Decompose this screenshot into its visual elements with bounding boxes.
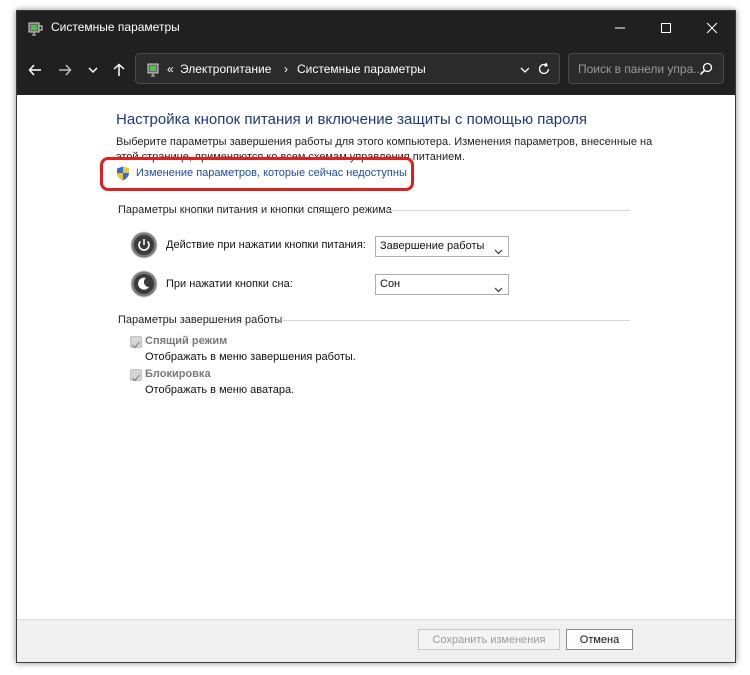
save-changes-button[interactable]: Сохранить изменения [418, 629, 560, 650]
lock-checkbox-description: Отображать в меню аватара. [145, 384, 295, 396]
power-options-icon [27, 20, 43, 36]
chevron-down-icon [494, 243, 503, 255]
sleep-button-action-value: Сон [380, 278, 401, 290]
search-icon[interactable] [699, 62, 713, 76]
section-divider [283, 320, 630, 321]
search-input[interactable]: Поиск в панели упра... [568, 53, 724, 84]
sleep-checkbox-label: Спящий режим [145, 335, 228, 347]
maximize-icon [661, 23, 671, 33]
breadcrumb-separator[interactable]: › [284, 62, 288, 76]
maximize-button[interactable] [643, 11, 689, 45]
checkmark-icon [132, 341, 141, 349]
section-divider [387, 210, 630, 211]
window-title: Системные параметры [51, 20, 180, 34]
sleep-button-icon [130, 270, 158, 298]
search-placeholder: Поиск в панели упра... [578, 62, 704, 76]
sleep-checkbox-description: Отображать в меню завершения работы. [145, 351, 356, 363]
power-section-title: Параметры кнопки питания и кнопки спящег… [118, 204, 392, 216]
breadcrumb-system-settings[interactable]: Системные параметры [297, 62, 426, 76]
address-bar[interactable]: « Электропитание › Системные параметры [135, 53, 559, 84]
navigation-bar: « Электропитание › Системные параметры П… [17, 45, 735, 95]
cancel-button[interactable]: Отмена [566, 629, 633, 650]
forward-button[interactable] [53, 58, 77, 82]
breadcrumb-overflow[interactable]: « [167, 62, 174, 76]
minimize-button[interactable] [597, 11, 643, 45]
main-content: Настройка кнопок питания и включение защ… [17, 95, 735, 662]
breadcrumb-power-options[interactable]: Электропитание [180, 62, 271, 76]
page-title: Настройка кнопок питания и включение защ… [116, 111, 587, 128]
control-panel-window: Системные параметры « Электропитание › С… [16, 10, 736, 663]
admin-link-text[interactable]: Изменение параметров, которые сейчас нед… [136, 167, 407, 179]
sleep-checkbox[interactable] [130, 336, 142, 349]
up-button[interactable] [107, 58, 131, 82]
lock-checkbox[interactable] [130, 369, 142, 382]
back-button[interactable] [23, 58, 47, 82]
checkmark-icon [132, 374, 141, 382]
close-icon [706, 22, 718, 34]
title-bar: Системные параметры [17, 11, 735, 45]
recent-locations-button[interactable] [81, 58, 105, 82]
refresh-button[interactable] [529, 53, 560, 84]
power-button-icon [130, 231, 158, 259]
arrow-up-icon [113, 63, 125, 76]
lock-checkbox-label: Блокировка [145, 368, 211, 380]
footer-bar: Сохранить изменения Отмена [17, 619, 735, 662]
chevron-down-icon [88, 67, 98, 74]
uac-shield-icon [116, 166, 130, 181]
sleep-button-label: При нажатии кнопки сна: [166, 278, 293, 290]
arrow-left-icon [28, 64, 41, 76]
chevron-down-icon [494, 281, 503, 293]
minimize-icon [615, 27, 625, 29]
power-button-label: Действие при нажатии кнопки питания: [166, 239, 366, 251]
close-button[interactable] [689, 11, 735, 45]
sleep-button-action-select[interactable]: Сон [375, 274, 509, 295]
shutdown-section-title: Параметры завершения работы [118, 314, 283, 326]
power-button-action-select[interactable]: Завершение работы [375, 236, 509, 257]
arrow-right-icon [59, 64, 72, 76]
refresh-icon [538, 62, 550, 74]
power-button-action-value: Завершение работы [380, 240, 485, 252]
power-options-icon [146, 61, 162, 77]
